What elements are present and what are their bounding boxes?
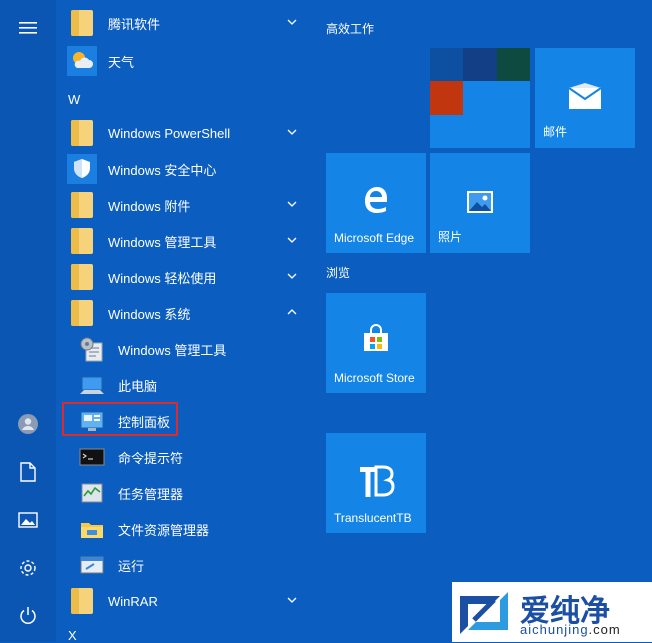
app-label: 文件资源管理器: [118, 522, 210, 538]
letter-header-x[interactable]: X: [68, 628, 77, 643]
folder-icon: [66, 189, 98, 221]
chevron-down-icon: [287, 19, 297, 25]
app-admin-tools-sub[interactable]: Windows 管理工具: [64, 332, 310, 366]
photos-icon: [467, 191, 493, 213]
mini-tile: [430, 48, 463, 81]
app-label: Windows 管理工具: [108, 234, 217, 250]
power-icon[interactable]: [16, 604, 40, 628]
documents-icon[interactable]: [16, 460, 40, 484]
chevron-down-icon: [287, 597, 297, 603]
cmd-icon: [76, 441, 108, 473]
chevron-down-icon: [287, 129, 297, 135]
app-windows-powershell[interactable]: Windows PowerShell: [64, 116, 310, 150]
chevron-up-icon: [287, 309, 297, 315]
tile-translucenttb[interactable]: TranslucentTB: [326, 433, 426, 533]
app-label: 腾讯软件: [108, 16, 161, 32]
app-windows-security[interactable]: Windows 安全中心: [64, 152, 310, 186]
app-label: 天气: [108, 54, 135, 70]
app-label: 命令提示符: [118, 450, 184, 466]
tile-mail[interactable]: 邮件: [535, 48, 635, 148]
folder-icon: [66, 117, 98, 149]
app-tencent-software[interactable]: 腾讯软件: [64, 6, 310, 40]
app-task-manager[interactable]: 任务管理器: [64, 476, 310, 510]
app-windows-ease-of-access[interactable]: Windows 轻松使用: [64, 260, 310, 294]
translucenttb-icon: [360, 465, 395, 497]
tile-app-folder[interactable]: [430, 48, 530, 148]
user-account-icon[interactable]: [16, 412, 40, 436]
this-pc-icon: [76, 369, 108, 401]
shield-icon: [66, 153, 98, 185]
hamburger-menu-icon[interactable]: [16, 16, 40, 40]
tile-group-title-browse: 浏览: [326, 266, 351, 280]
tile-label: 邮件: [543, 125, 568, 139]
folder-icon: [66, 225, 98, 257]
aichunjing-logo-icon: [460, 592, 508, 634]
file-explorer-icon: [76, 513, 108, 545]
chevron-down-icon: [287, 201, 297, 207]
app-label: Windows 安全中心: [108, 162, 217, 178]
app-this-pc[interactable]: 此电脑: [64, 368, 310, 402]
mail-icon: [568, 83, 602, 109]
app-label: Windows PowerShell: [108, 125, 231, 141]
mini-tile: [497, 48, 530, 81]
mini-tile: [430, 81, 463, 115]
settings-gear-icon[interactable]: [16, 556, 40, 580]
app-label: Windows 管理工具: [118, 342, 227, 358]
task-manager-icon: [76, 477, 108, 509]
folder-icon: [66, 585, 98, 617]
tile-microsoft-store[interactable]: Microsoft Store: [326, 293, 426, 393]
watermark-domain: aichunjing.com: [520, 622, 621, 637]
edge-icon: [365, 187, 387, 213]
chevron-down-icon: [287, 237, 297, 243]
app-label: 运行: [118, 558, 145, 574]
run-icon: [76, 549, 108, 581]
folder-icon: [66, 7, 98, 39]
app-windows-accessories[interactable]: Windows 附件: [64, 188, 310, 222]
tiles-pane: 高效工作 邮件 Microsoft Edge 照片 浏览 Microsoft S…: [316, 0, 652, 642]
app-windows-system[interactable]: Windows 系统: [64, 296, 310, 330]
watermark-domain-tld: .com: [588, 622, 621, 637]
watermark-domain-name: aichunjing: [520, 622, 589, 637]
tile-group-title-productivity: 高效工作: [326, 22, 375, 36]
tile-label: Microsoft Store: [334, 371, 415, 385]
tile-microsoft-edge[interactable]: Microsoft Edge: [326, 153, 426, 253]
app-run[interactable]: 运行: [64, 548, 310, 582]
start-left-rail: [0, 0, 56, 642]
watermark-logo: 爱纯净 aichunjing.com: [452, 582, 652, 642]
app-command-prompt[interactable]: 命令提示符: [64, 440, 310, 474]
folder-icon: [66, 297, 98, 329]
app-winrar[interactable]: WinRAR: [64, 584, 310, 618]
app-label: Windows 轻松使用: [108, 270, 217, 286]
app-label: WinRAR: [108, 593, 158, 609]
app-label: 此电脑: [118, 378, 158, 394]
app-list: 腾讯软件 天气 W Windows PowerShell Windows 安全中…: [56, 0, 316, 643]
chevron-down-icon: [287, 273, 297, 279]
tile-photos[interactable]: 照片: [430, 153, 530, 253]
app-label: Windows 附件: [108, 198, 191, 214]
app-label: 任务管理器: [118, 486, 184, 502]
admin-tools-icon: [76, 333, 108, 365]
letter-header-w[interactable]: W: [68, 92, 80, 107]
app-label: Windows 系统: [108, 306, 191, 322]
tile-label: TranslucentTB: [334, 511, 412, 525]
app-weather[interactable]: 天气: [64, 44, 310, 78]
pictures-icon[interactable]: [16, 508, 40, 532]
folder-icon: [66, 261, 98, 293]
control-panel-highlight-box: [62, 402, 178, 436]
weather-icon: [66, 45, 98, 77]
app-windows-admin-tools[interactable]: Windows 管理工具: [64, 224, 310, 258]
store-icon: [364, 324, 388, 351]
app-file-explorer[interactable]: 文件资源管理器: [64, 512, 310, 546]
tile-label: 照片: [438, 230, 463, 244]
tile-label: Microsoft Edge: [334, 231, 415, 245]
mini-tile: [463, 48, 497, 81]
